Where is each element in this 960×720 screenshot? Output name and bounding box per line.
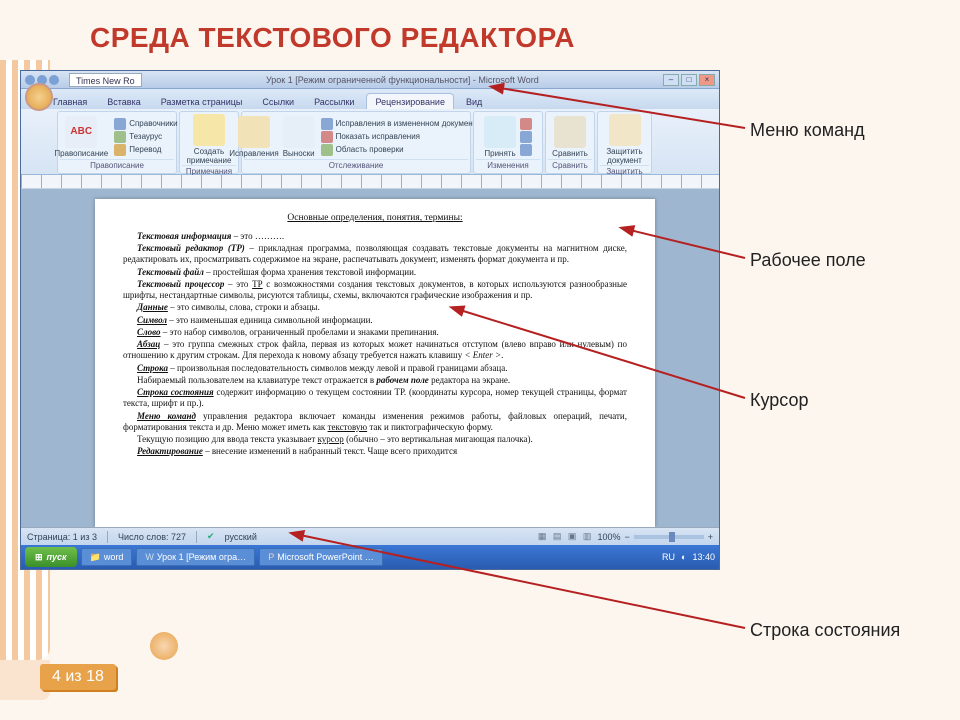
tray-lang[interactable]: RU bbox=[662, 552, 675, 562]
tab-references[interactable]: Ссылки bbox=[254, 94, 302, 109]
track-changes-icon[interactable] bbox=[238, 116, 270, 148]
status-language[interactable]: русский bbox=[225, 532, 257, 542]
callout-menu: Меню команд bbox=[750, 120, 865, 141]
status-proof-icon[interactable]: ✔ bbox=[207, 531, 215, 542]
powerpoint-icon: P bbox=[268, 552, 274, 562]
group-caption-tracking: Отслеживание bbox=[244, 159, 468, 171]
spelling-label: Правописание bbox=[54, 149, 108, 158]
tab-insert[interactable]: Вставка bbox=[99, 94, 148, 109]
ribbon: ABC Правописание Справочники Тезаурус Пе… bbox=[21, 109, 719, 175]
new-comment-label: Создать примечание bbox=[184, 147, 234, 165]
ribbon-group-changes: Принять Изменения bbox=[473, 111, 543, 174]
tab-review[interactable]: Рецензирование bbox=[366, 93, 454, 109]
doc-icon bbox=[321, 118, 333, 130]
document-page[interactable]: Основные определения, понятия, термины: … bbox=[95, 199, 655, 527]
reject-icon[interactable] bbox=[520, 118, 532, 130]
callout-cursor: Курсор bbox=[750, 390, 809, 411]
thesaurus-icon bbox=[114, 131, 126, 143]
minimize-button[interactable]: – bbox=[663, 74, 679, 86]
ribbon-tabs: Главная Вставка Разметка страницы Ссылки… bbox=[21, 89, 719, 109]
slide-number-badge: 4 из 18 bbox=[40, 664, 116, 690]
status-word-count[interactable]: Число слов: 727 bbox=[118, 532, 186, 542]
document-area[interactable]: Основные определения, понятия, термины: … bbox=[21, 189, 719, 527]
windows-taskbar: ⊞ пуск 📁word WУрок 1 [Режим огра… PMicro… bbox=[21, 545, 719, 569]
font-name-box[interactable]: Times New Ro bbox=[69, 73, 142, 87]
translate-icon bbox=[114, 144, 126, 156]
thesaurus-button[interactable]: Тезаурус bbox=[112, 131, 179, 143]
compare-icon[interactable] bbox=[554, 116, 586, 148]
show-markup-dropdown[interactable]: Показать исправления bbox=[319, 131, 483, 143]
callout-workarea: Рабочее поле bbox=[750, 250, 866, 271]
group-caption-proofing: Правописание bbox=[60, 159, 174, 171]
zoom-in-icon[interactable]: + bbox=[708, 532, 713, 542]
markup-icon bbox=[321, 131, 333, 143]
ribbon-group-protect: Защитить документ Защитить bbox=[597, 111, 652, 174]
accept-icon[interactable] bbox=[484, 116, 516, 148]
decorative-disc bbox=[150, 632, 178, 660]
prev-change-icon[interactable] bbox=[520, 131, 532, 143]
new-comment-icon[interactable] bbox=[193, 114, 225, 146]
balloons-label: Выноски bbox=[283, 149, 315, 158]
taskbar-item-powerpoint[interactable]: PMicrosoft PowerPoint … bbox=[259, 548, 383, 566]
tab-view[interactable]: Вид bbox=[458, 94, 490, 109]
research-button[interactable]: Справочники bbox=[112, 118, 179, 130]
word-icon: W bbox=[145, 552, 154, 562]
window-title: Урок 1 [Режим ограниченной функционально… bbox=[142, 75, 663, 85]
status-page[interactable]: Страница: 1 из 3 bbox=[27, 532, 97, 542]
zoom-value[interactable]: 100% bbox=[597, 532, 620, 542]
windows-logo-icon: ⊞ bbox=[35, 552, 43, 563]
ribbon-group-proofing: ABC Правописание Справочники Тезаурус Пе… bbox=[57, 111, 177, 174]
tray-clock[interactable]: 13:40 bbox=[692, 552, 715, 562]
balloons-icon[interactable] bbox=[283, 116, 315, 148]
system-tray[interactable]: RU ◐ 13:40 bbox=[662, 552, 715, 562]
taskbar-item-folder[interactable]: 📁word bbox=[81, 548, 133, 566]
view-buttons[interactable]: ▦ ▤ ▣ ▥ bbox=[538, 531, 594, 542]
track-changes-label: Исправления bbox=[229, 149, 278, 158]
protect-label: Защитить документ bbox=[602, 147, 647, 165]
reviewing-pane-dropdown[interactable]: Область проверки bbox=[319, 144, 483, 156]
office-button[interactable] bbox=[25, 83, 53, 111]
zoom-slider[interactable] bbox=[634, 535, 704, 539]
maximize-button[interactable]: □ bbox=[681, 74, 697, 86]
callout-statusbar: Строка состояния bbox=[750, 620, 900, 641]
taskbar-item-word[interactable]: WУрок 1 [Режим огра… bbox=[136, 548, 255, 566]
group-caption-changes: Изменения bbox=[476, 159, 540, 171]
start-button[interactable]: ⊞ пуск bbox=[25, 547, 77, 567]
word-titlebar: Times New Ro Урок 1 [Режим ограниченной … bbox=[21, 71, 719, 89]
compare-label: Сравнить bbox=[552, 149, 588, 158]
protect-icon[interactable] bbox=[609, 114, 641, 146]
zoom-out-icon[interactable]: − bbox=[624, 532, 629, 542]
doc-heading: Основные определения, понятия, термины: bbox=[123, 213, 627, 225]
word-statusbar: Страница: 1 из 3 Число слов: 727 ✔ русск… bbox=[21, 527, 719, 545]
pane-icon bbox=[321, 144, 333, 156]
display-for-review-dropdown[interactable]: Исправления в измененном документе bbox=[319, 118, 483, 130]
translate-button[interactable]: Перевод bbox=[112, 144, 179, 156]
accept-label: Принять bbox=[484, 149, 515, 158]
folder-icon: 📁 bbox=[90, 552, 101, 563]
tray-icon[interactable]: ◐ bbox=[681, 552, 686, 562]
spelling-icon[interactable]: ABC bbox=[65, 116, 97, 148]
ribbon-group-tracking: Исправления Выноски Исправления в измене… bbox=[241, 111, 471, 174]
slide-title: СРЕДА ТЕКСТОВОГО РЕДАКТОРА bbox=[90, 22, 575, 54]
research-icon bbox=[114, 118, 126, 130]
horizontal-ruler[interactable] bbox=[21, 175, 719, 189]
zoom-control[interactable]: ▦ ▤ ▣ ▥ 100% − + bbox=[538, 531, 713, 542]
ribbon-group-compare: Сравнить Сравнить bbox=[545, 111, 595, 174]
word-screenshot: Times New Ro Урок 1 [Режим ограниченной … bbox=[20, 70, 720, 570]
tab-layout[interactable]: Разметка страницы bbox=[153, 94, 251, 109]
next-change-icon[interactable] bbox=[520, 144, 532, 156]
close-button[interactable]: × bbox=[699, 74, 715, 86]
group-caption-compare: Сравнить bbox=[548, 159, 592, 171]
qat-redo-icon[interactable] bbox=[49, 75, 59, 85]
tab-mailings[interactable]: Рассылки bbox=[306, 94, 362, 109]
